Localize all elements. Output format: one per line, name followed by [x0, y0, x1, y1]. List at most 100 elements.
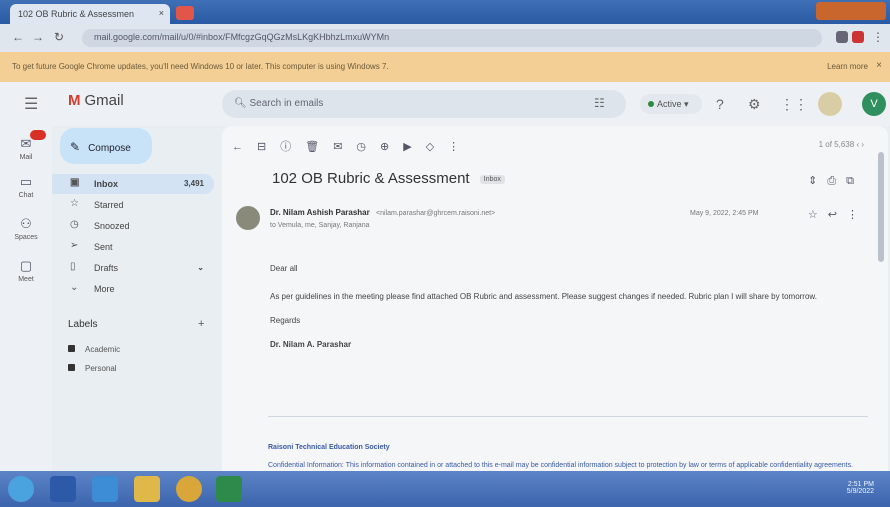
message-action-bar: ←⊟ⓘ🗑︎✉◷⊕▶◇⋮: [232, 138, 473, 154]
rail-item-mail[interactable]: ✉ Mail: [0, 130, 52, 161]
nav-item-starred[interactable]: ☆ Starred: [52, 195, 214, 215]
delete-icon[interactable]: 🗑︎: [305, 141, 333, 153]
folder-icon[interactable]: [134, 476, 160, 502]
add-label-icon[interactable]: +: [198, 318, 204, 330]
settings-gear-icon[interactable]: ⚙: [748, 96, 761, 113]
archive-icon[interactable]: ⊟: [257, 141, 280, 153]
footer-disclaimer: Confidential Information: This informati…: [268, 462, 854, 469]
clock-time: 2:51 PM: [847, 481, 874, 488]
pencil-icon: ✎: [70, 140, 81, 154]
chevron-down-icon: ⌄: [70, 282, 79, 293]
star-icon[interactable]: ☆: [808, 209, 828, 221]
rail-item-chat[interactable]: ▭ Chat: [0, 174, 52, 199]
tab-close-icon[interactable]: ×: [159, 8, 164, 18]
app-rail: ✉ Mail ▭ Chat ⚇ Spaces ▢ Meet: [0, 126, 52, 471]
tab-title: 102 OB Rubric & Assessmen: [18, 9, 135, 19]
inbox-label-chip[interactable]: Inbox: [479, 174, 505, 184]
print-icon[interactable]: ⎙: [827, 175, 846, 187]
window-controls[interactable]: [816, 2, 886, 20]
more-options-icon[interactable]: ⋮: [847, 209, 868, 221]
add-task-icon[interactable]: ⊕: [380, 141, 403, 153]
star-icon: ☆: [70, 198, 79, 209]
sender-avatar[interactable]: [236, 206, 260, 230]
report-spam-icon[interactable]: ⓘ: [280, 141, 305, 153]
labels-heading: Labels: [68, 319, 98, 330]
nav-item-more[interactable]: ⌄ More: [52, 279, 214, 299]
system-tray[interactable]: 2:51 PM 5/9/2022: [770, 477, 880, 501]
rail-item-meet[interactable]: ▢ Meet: [0, 258, 52, 283]
open-new-window-icon[interactable]: ⧉: [846, 175, 864, 187]
excel-icon[interactable]: [216, 476, 242, 502]
recipients[interactable]: to Vemula, me, Sanjay, Ranjana: [270, 222, 369, 229]
support-icon[interactable]: ?: [716, 96, 724, 112]
address-bar[interactable]: mail.google.com/mail/u/0/#inbox/FMfcgzGq…: [82, 29, 822, 47]
gmail-m-icon: M: [68, 92, 81, 109]
search-options-icon[interactable]: ☷: [594, 96, 605, 110]
account-avatar[interactable]: V: [862, 92, 886, 116]
back-icon[interactable]: ←: [12, 30, 24, 44]
notice-close-icon[interactable]: ×: [876, 60, 882, 71]
divider: [268, 416, 868, 417]
sender-line: Dr. Nilam Ashish Parashar <nilam.parasha…: [270, 208, 495, 217]
nav-label: Drafts: [94, 263, 119, 273]
status-chip[interactable]: Active ▾: [640, 94, 702, 114]
browser-tab-strip: 102 OB Rubric & Assessmen ×: [0, 0, 890, 24]
main-menu-icon[interactable]: ☰: [24, 94, 38, 114]
label-icon[interactable]: ◇: [426, 141, 448, 153]
mark-unread-icon[interactable]: ✉: [333, 141, 356, 153]
subject-text: 102 OB Rubric & Assessment: [272, 170, 470, 187]
label-item-academic[interactable]: Academic: [68, 345, 120, 354]
sender-email: <nilam.parashar@ghrcem.raisoni.net>: [375, 210, 496, 217]
nav-item-snoozed[interactable]: ◷ Snoozed: [52, 216, 214, 236]
browser-tab[interactable]: 102 OB Rubric & Assessmen ×: [10, 4, 170, 24]
expand-icon[interactable]: ⇕: [808, 175, 827, 187]
reply-icon[interactable]: ↩: [828, 209, 847, 221]
chrome-icon[interactable]: [176, 476, 202, 502]
new-tab-button[interactable]: [176, 6, 194, 20]
back-arrow-icon[interactable]: ←: [232, 141, 257, 153]
rail-label: Mail: [19, 154, 33, 161]
footer-organization[interactable]: Raisoni Technical Education Society: [268, 444, 390, 451]
sender-name[interactable]: Dr. Nilam Ashish Parashar: [270, 208, 370, 217]
nav-item-drafts[interactable]: ▯ Drafts ⌄: [52, 258, 214, 278]
clock-icon: ◷: [70, 219, 79, 230]
update-notice-bar: To get future Google Chrome updates, you…: [0, 52, 890, 82]
start-button-icon[interactable]: [8, 476, 34, 502]
rail-label: Chat: [18, 192, 34, 199]
explorer-icon[interactable]: [92, 476, 118, 502]
snooze-icon[interactable]: ◷: [356, 141, 380, 153]
scrollbar[interactable]: [878, 152, 884, 262]
forward-icon[interactable]: →: [32, 30, 44, 44]
rail-item-spaces[interactable]: ⚇ Spaces: [0, 216, 52, 241]
reload-icon[interactable]: ↻: [54, 30, 64, 44]
profile-icon[interactable]: [852, 31, 864, 43]
more-options-icon[interactable]: ⋮: [448, 141, 473, 153]
windows-taskbar: 2:51 PM 5/9/2022: [0, 471, 890, 507]
message-pane: ←⊟ⓘ🗑︎✉◷⊕▶◇⋮ 1 of 5,638 ‹ › 102 OB Rubric…: [222, 126, 888, 471]
google-apps-icon[interactable]: ⋮⋮: [780, 96, 808, 113]
search-input[interactable]: 🔍︎ Search in emails: [222, 90, 626, 118]
rail-label: Spaces: [14, 234, 38, 241]
label-item-personal[interactable]: Personal: [68, 364, 117, 373]
nav-item-sent[interactable]: ➢ Sent: [52, 237, 214, 257]
spaces-icon: ⚇: [20, 216, 32, 231]
extensions-icon[interactable]: [836, 31, 848, 43]
compose-label: Compose: [88, 143, 131, 154]
message-subject: 102 OB Rubric & Assessment Inbox: [272, 170, 505, 187]
gmail-wordmark: Gmail: [84, 92, 124, 109]
expand-icon[interactable]: ⌄: [197, 263, 204, 272]
move-to-icon[interactable]: ▶: [403, 141, 425, 153]
gmail-logo[interactable]: M Gmail: [68, 92, 124, 109]
nav-item-inbox[interactable]: ▣ Inbox 3,491: [52, 174, 214, 194]
search-placeholder: Search in emails: [249, 98, 324, 109]
nav-label: Snoozed: [94, 221, 130, 231]
notice-learn-more-link[interactable]: Learn more: [827, 62, 868, 71]
next-icon[interactable]: ›: [861, 140, 864, 149]
status-dot-icon: [648, 101, 654, 107]
message-body: As per guidelines in the meeting please …: [270, 292, 817, 301]
pager-count: 1 of 5,638: [818, 140, 855, 149]
word-icon[interactable]: [50, 476, 76, 502]
compose-button[interactable]: ✎ Compose: [60, 128, 152, 164]
search-icon[interactable]: 🔍︎: [234, 98, 247, 109]
browser-menu-icon[interactable]: ⋮: [872, 30, 884, 44]
